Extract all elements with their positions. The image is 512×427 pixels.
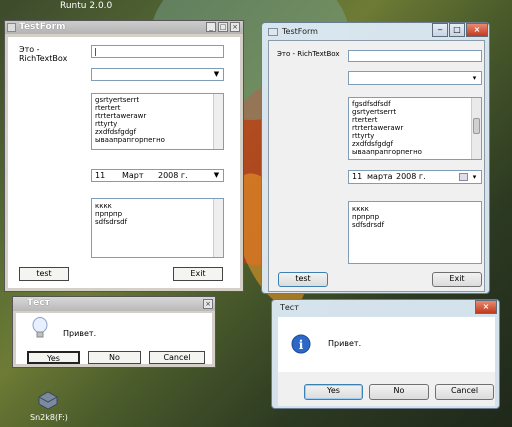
rich-line: прпрпр <box>352 213 380 221</box>
rich-line: прпрпр <box>95 210 123 218</box>
message-text: Привет. <box>328 339 362 348</box>
rich-line: кккк <box>352 205 369 213</box>
left-message-box: Тест × Привет. Yes No Cancel <box>12 296 216 368</box>
chevron-down-icon[interactable]: ▼ <box>211 70 222 79</box>
maximize-icon[interactable]: □ <box>449 23 465 37</box>
chevron-down-icon[interactable]: ▾ <box>469 172 480 182</box>
right-testform-window: TestForm ‒ □ × Это - RichTextBox ▾ fgsdf… <box>261 22 490 294</box>
info-icon: i <box>291 334 311 354</box>
app-icon <box>7 23 16 32</box>
right-msgbox-buttonbar: Yes No Cancel <box>278 372 495 406</box>
maximize-icon[interactable]: □ <box>218 22 228 32</box>
list-item[interactable]: gsrtyertserrt <box>95 96 211 104</box>
no-button[interactable]: No <box>369 384 429 400</box>
left-msgbox-title: Тест <box>27 298 50 308</box>
list-item[interactable]: gsrtyertserrt <box>352 108 469 116</box>
test-button[interactable]: test <box>19 267 69 281</box>
list-item[interactable]: rttyrty <box>352 132 469 140</box>
list-item[interactable]: rtrtertawerawr <box>95 112 211 120</box>
date-year: 2008 г. <box>158 171 188 180</box>
left-testform-window: TestForm _ □ × Это - RichTextBox | ▼ gsr… <box>4 20 244 292</box>
scrollbar[interactable] <box>213 94 223 149</box>
list-item[interactable]: ываапрапгорпегно <box>352 148 469 156</box>
date-picker[interactable]: 11 Март 2008 г. ▼ <box>91 169 224 182</box>
chevron-down-icon[interactable]: ▾ <box>469 73 480 83</box>
close-icon[interactable]: × <box>475 300 497 314</box>
svg-text:i: i <box>299 338 304 352</box>
close-icon[interactable]: × <box>203 299 213 309</box>
rtb-label: Это - RichTextBox <box>19 45 68 63</box>
left-msgbox-titlebar[interactable]: Тест <box>13 297 215 311</box>
rich-line: кккк <box>95 202 112 210</box>
exit-button[interactable]: Exit <box>432 272 482 287</box>
yes-button[interactable]: Yes <box>27 351 80 364</box>
minimize-icon[interactable]: _ <box>206 22 216 32</box>
minimize-icon[interactable]: ‒ <box>432 23 448 37</box>
list-item[interactable]: rtertert <box>95 104 211 112</box>
rtb-label: Это - RichTextBox <box>277 50 340 58</box>
drive-label[interactable]: Sn2k8(F:) <box>30 413 68 422</box>
right-form-title: TestForm <box>282 27 318 36</box>
list-item[interactable]: zxdfdsfgdgf <box>352 140 469 148</box>
cancel-button[interactable]: Cancel <box>149 351 205 364</box>
date-month: Март <box>122 171 144 180</box>
list-item[interactable]: rtertert <box>352 116 469 124</box>
close-icon[interactable]: × <box>230 22 240 32</box>
drive-icon[interactable] <box>36 389 60 411</box>
left-msgbox-client: Привет. Yes No Cancel <box>16 313 212 364</box>
left-form-client: Это - RichTextBox | ▼ gsrtyertserrt rter… <box>8 37 240 288</box>
list-item[interactable]: fgsdfsdfsdf <box>352 100 469 108</box>
left-form-title: TestForm <box>19 22 66 32</box>
date-day: 11 <box>95 171 106 180</box>
date-year: 2008 г. <box>396 172 426 181</box>
message-text: Привет. <box>63 329 97 338</box>
close-icon[interactable]: × <box>466 23 488 37</box>
right-message-box: Тест × i Привет. Yes No Cancel <box>271 299 500 409</box>
date-picker[interactable]: 11 марта 2008 г. ▾ <box>348 170 482 184</box>
text-input[interactable] <box>348 50 482 62</box>
rich-line: sdfsdrsdf <box>95 218 128 226</box>
app-icon <box>268 28 278 36</box>
chevron-down-icon[interactable]: ▼ <box>211 171 222 180</box>
list-item[interactable]: ываапрапгорпегно <box>95 136 211 144</box>
right-msgbox-title: Тест <box>280 303 299 312</box>
scrollbar[interactable] <box>471 98 481 159</box>
rich-line: sdfsdrsdf <box>352 221 385 229</box>
cancel-button[interactable]: Cancel <box>435 384 494 400</box>
right-msgbox-content: i Привет. <box>278 317 495 372</box>
date-month: марта <box>367 172 393 181</box>
list-item[interactable]: rtrtertawerawr <box>352 124 469 132</box>
date-day: 11 <box>352 172 363 181</box>
test-button[interactable]: test <box>278 272 328 287</box>
list-box[interactable]: gsrtyertserrt rtertert rtrtertawerawr rt… <box>91 93 224 150</box>
combo-box[interactable]: ▼ <box>91 68 224 81</box>
right-form-client: Это - RichTextBox ▾ fgsdfsdfsdf gsrtyert… <box>268 40 485 292</box>
text-input[interactable]: | <box>91 45 224 58</box>
scrollbar[interactable] <box>213 199 223 257</box>
rich-text-box[interactable]: кккк прпрпр sdfsdrsdf <box>91 198 224 258</box>
no-button[interactable]: No <box>88 351 141 364</box>
rich-text-box[interactable]: кккк прпрпр sdfsdrsdf <box>348 201 482 264</box>
exit-button[interactable]: Exit <box>173 267 223 281</box>
list-item[interactable]: zxdfdsfgdgf <box>95 128 211 136</box>
list-item[interactable]: rttyrty <box>95 120 211 128</box>
runtime-label: Runtu 2.0.0 <box>60 1 113 11</box>
lightbulb-icon <box>32 317 48 338</box>
yes-button[interactable]: Yes <box>304 384 363 400</box>
scrollbar-thumb[interactable] <box>473 118 480 134</box>
calendar-icon[interactable] <box>459 173 468 181</box>
list-box[interactable]: fgsdfsdfsdf gsrtyertserrt rtertert rtrte… <box>348 97 482 160</box>
combo-box[interactable]: ▾ <box>348 71 482 85</box>
